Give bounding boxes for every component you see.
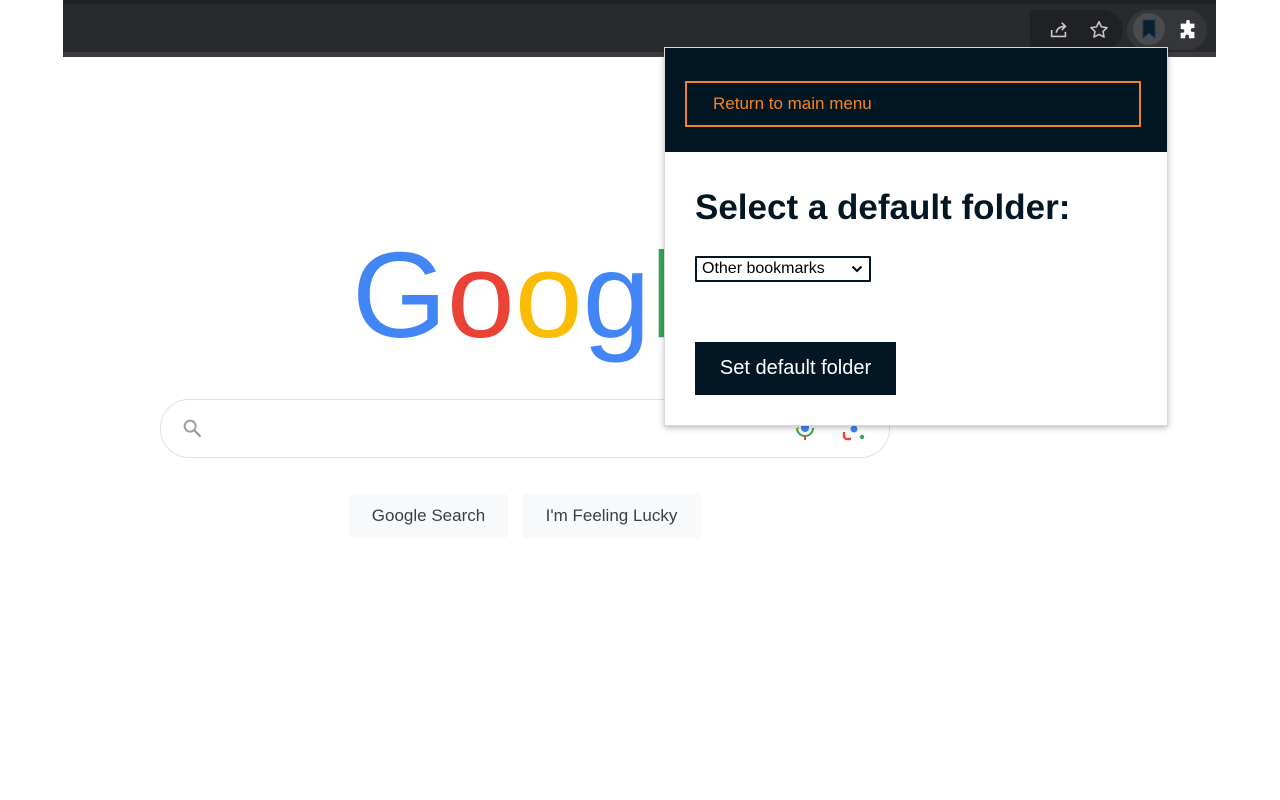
feeling-lucky-button[interactable]: I'm Feeling Lucky [522,494,701,538]
puzzle-extensions-icon[interactable] [1176,18,1200,42]
set-default-folder-button[interactable]: Set default folder [695,342,896,395]
bookmark-extension-icon [1142,19,1156,40]
selected-folder-value: Other bookmarks [702,260,825,277]
bookmark-extension-popup: Return to main menu Select a default fol… [664,47,1168,426]
google-search-button[interactable]: Google Search [349,494,508,538]
return-to-main-menu-button[interactable]: Return to main menu [685,81,1141,127]
share-icon[interactable] [1047,18,1071,42]
chevron-down-icon [851,265,863,273]
svg-text:Google: Google [352,232,672,363]
star-icon[interactable] [1087,18,1111,42]
popup-title: Select a default folder: [695,188,1071,227]
search-icon [183,419,201,437]
google-logo: Google [352,232,672,372]
bookmark-extension-button[interactable] [1133,13,1165,45]
default-folder-select[interactable]: Other bookmarks [695,256,871,282]
popup-header: Return to main menu [665,48,1167,152]
